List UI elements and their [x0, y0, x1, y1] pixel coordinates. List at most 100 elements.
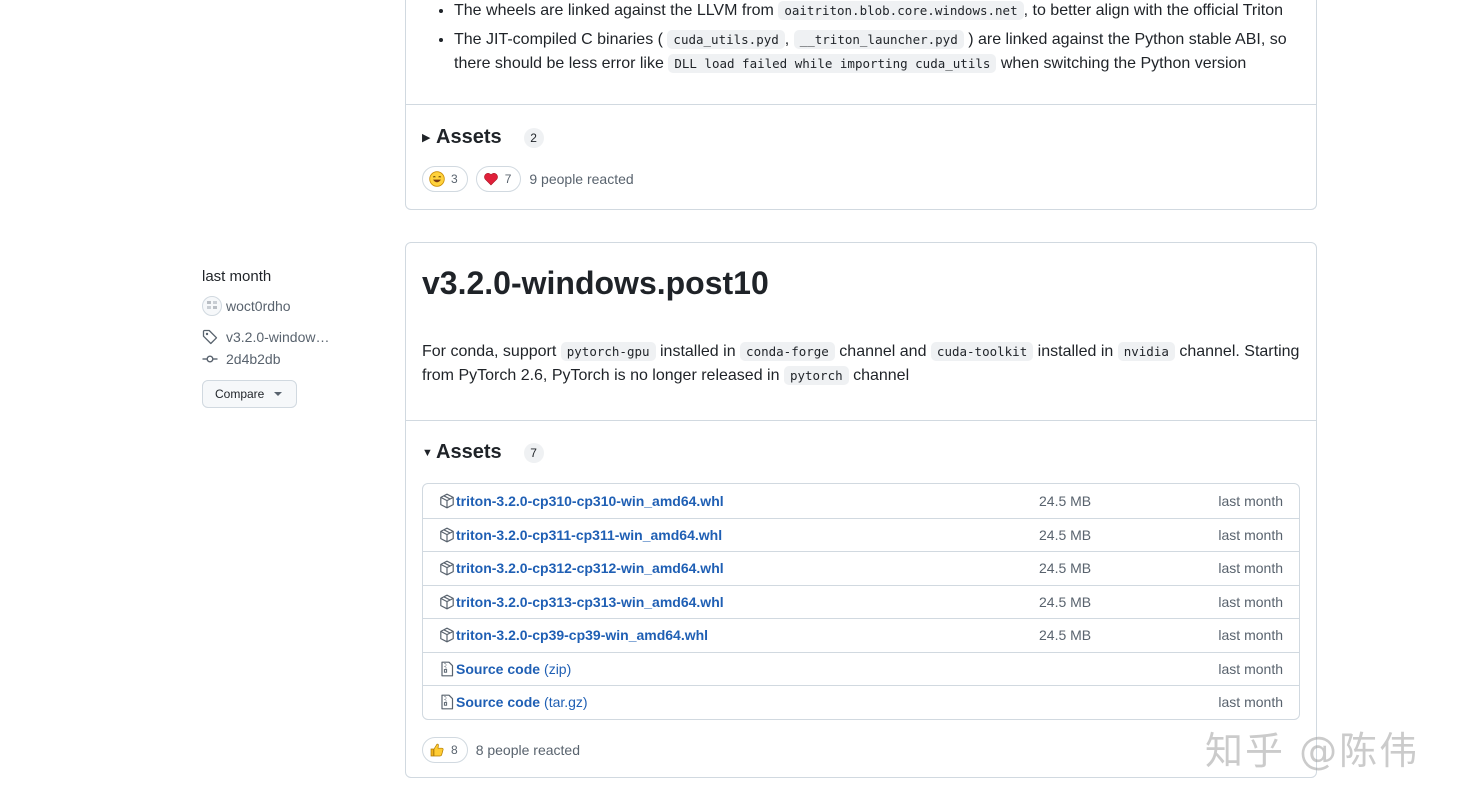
tag-link[interactable]: v3.2.0-window…: [202, 326, 392, 348]
body-text: channel: [848, 367, 910, 384]
package-icon: [440, 594, 454, 610]
inline-code: nvidia: [1117, 342, 1175, 361]
avatar: [202, 296, 222, 316]
inline-code: cuda-toolkit: [930, 342, 1034, 361]
compare-label: Compare: [215, 387, 265, 401]
body-text: For conda, support: [422, 343, 561, 360]
assets-toggle[interactable]: ▼ Assets 7: [422, 441, 544, 464]
caret-down-icon: [274, 392, 283, 396]
asset-date: last month: [1218, 526, 1283, 543]
package-icon: [440, 493, 454, 509]
release-date: last month: [202, 268, 272, 285]
asset-date: last month: [1218, 694, 1283, 711]
inline-code: cuda_utils.pyd: [667, 30, 785, 49]
reaction-count: 7: [504, 172, 512, 186]
inline-code: __triton_launcher.pyd: [793, 30, 964, 49]
asset-download-link[interactable]: triton-3.2.0-cp312-cp312-win_amd64.whl: [456, 560, 724, 576]
note-text: , to better align with the official Trit…: [1023, 2, 1284, 19]
author-link[interactable]: woct0rdho: [202, 295, 392, 317]
body-text: channel and: [834, 343, 931, 360]
body-text: installed in: [655, 343, 741, 360]
reaction-laugh-button[interactable]: 3: [422, 166, 468, 192]
release-sidebar: last month woct0rdho v3.2.0-window… 2d4b…: [202, 268, 392, 408]
assets-heading: Assets: [436, 126, 502, 148]
divider: [406, 104, 1316, 105]
asset-download-link[interactable]: triton-3.2.0-cp310-cp310-win_amd64.whl: [456, 493, 724, 509]
note-text: The wheels are linked against the LLVM f…: [454, 2, 779, 19]
author-name: woct0rdho: [226, 298, 291, 314]
release-notes-list: The wheels are linked against the LLVM f…: [454, 0, 1294, 80]
asset-format[interactable]: (tar.gz): [544, 694, 588, 710]
commit-link[interactable]: 2d4b2db: [202, 348, 392, 370]
asset-format[interactable]: (zip): [544, 661, 571, 677]
note-text: when switching the Python version: [996, 55, 1247, 72]
body-text: installed in: [1033, 343, 1118, 360]
asset-download-link[interactable]: Source code: [456, 661, 540, 677]
asset-row: Source code (tar.gz) last month: [423, 685, 1299, 719]
asset-row: triton-3.2.0-cp313-cp313-win_amd64.whl 24…: [423, 584, 1299, 619]
asset-download-link[interactable]: Source code: [456, 694, 540, 710]
inline-code: DLL load failed while importing cuda_uti…: [668, 54, 997, 73]
inline-code: pytorch-gpu: [560, 342, 656, 361]
caret-right-icon: ▶: [422, 132, 431, 144]
divider: [406, 420, 1316, 421]
reaction-count: 3: [451, 172, 458, 186]
package-icon: [440, 560, 454, 576]
package-icon: [440, 527, 454, 543]
assets-count-badge: 2: [523, 127, 544, 148]
note-text: ,: [784, 31, 790, 48]
asset-download-link[interactable]: triton-3.2.0-cp311-cp311-win_amd64.whl: [456, 527, 722, 543]
heart-emoji-icon: [483, 173, 498, 186]
asset-row: Source code (zip) last month: [423, 651, 1299, 686]
avatar-image-icon: [207, 301, 217, 309]
asset-size: 24.5 MB: [1039, 492, 1092, 509]
asset-date: last month: [1218, 593, 1283, 610]
release-title[interactable]: v3.2.0-windows.post10: [422, 265, 769, 302]
asset-row: triton-3.2.0-cp311-cp311-win_amd64.whl 24…: [423, 517, 1299, 552]
compare-button[interactable]: Compare: [202, 380, 297, 408]
assets-count-badge: 7: [523, 442, 544, 463]
asset-row: triton-3.2.0-cp39-cp39-win_amd64.whl 24.5…: [423, 618, 1299, 652]
caret-down-icon: ▼: [422, 446, 433, 459]
asset-download-link[interactable]: triton-3.2.0-cp313-cp313-win_amd64.whl: [456, 594, 724, 610]
asset-size: 24.5 MB: [1039, 560, 1092, 577]
asset-date: last month: [1218, 560, 1283, 577]
assets-heading: Assets: [436, 441, 502, 463]
laugh-emoji-icon: [429, 171, 445, 187]
asset-row: triton-3.2.0-cp312-cp312-win_amd64.whl 24…: [423, 551, 1299, 585]
previous-release-card: The wheels are linked against the LLVM f…: [405, 0, 1317, 210]
asset-download-link[interactable]: triton-3.2.0-cp39-cp39-win_amd64.whl: [456, 627, 708, 643]
inline-code: pytorch: [783, 366, 849, 385]
reactions-summary: 9 people reacted: [529, 171, 634, 187]
reactions-bar: 8 8 people reacted: [422, 737, 580, 763]
asset-date: last month: [1218, 660, 1283, 677]
inline-code: conda-forge: [740, 342, 835, 361]
assets-list: triton-3.2.0-cp310-cp310-win_amd64.whl 24…: [422, 483, 1300, 720]
package-icon: [440, 627, 454, 643]
reaction-thumbs-up-button[interactable]: 8: [422, 737, 468, 763]
inline-code: oaitriton.blob.core.windows.net: [778, 1, 1024, 20]
tag-name: v3.2.0-window…: [226, 329, 330, 345]
asset-size: 24.5 MB: [1039, 526, 1092, 543]
reaction-count: 8: [451, 743, 458, 757]
reaction-heart-button[interactable]: 7: [475, 166, 522, 192]
reactions-bar: 3 7 9 people reacted: [422, 166, 634, 192]
release-note-item: The JIT-compiled C binaries ( cuda_utils…: [454, 27, 1294, 76]
assets-toggle[interactable]: ▶ Assets 2: [422, 126, 544, 149]
reactions-summary: 8 people reacted: [475, 742, 580, 758]
thumbs-up-emoji-icon: [430, 743, 444, 757]
release-description: For conda, support pytorch-gpu installed…: [422, 340, 1302, 388]
asset-date: last month: [1218, 627, 1283, 644]
watermark-text: 知乎 @陈伟: [1205, 729, 1420, 773]
file-zip-icon: [441, 694, 454, 710]
note-text: The JIT-compiled C binaries (: [454, 31, 663, 48]
tag-icon: [202, 329, 218, 345]
git-commit-icon: [202, 355, 218, 363]
asset-row: triton-3.2.0-cp310-cp310-win_amd64.whl 24…: [423, 484, 1299, 518]
asset-size: 24.5 MB: [1039, 627, 1092, 644]
file-zip-icon: [441, 661, 454, 677]
asset-date: last month: [1218, 492, 1283, 509]
commit-hash: 2d4b2db: [226, 351, 281, 367]
release-card: v3.2.0-windows.post10 For conda, support…: [405, 242, 1317, 778]
release-note-item: The wheels are linked against the LLVM f…: [454, 0, 1294, 23]
